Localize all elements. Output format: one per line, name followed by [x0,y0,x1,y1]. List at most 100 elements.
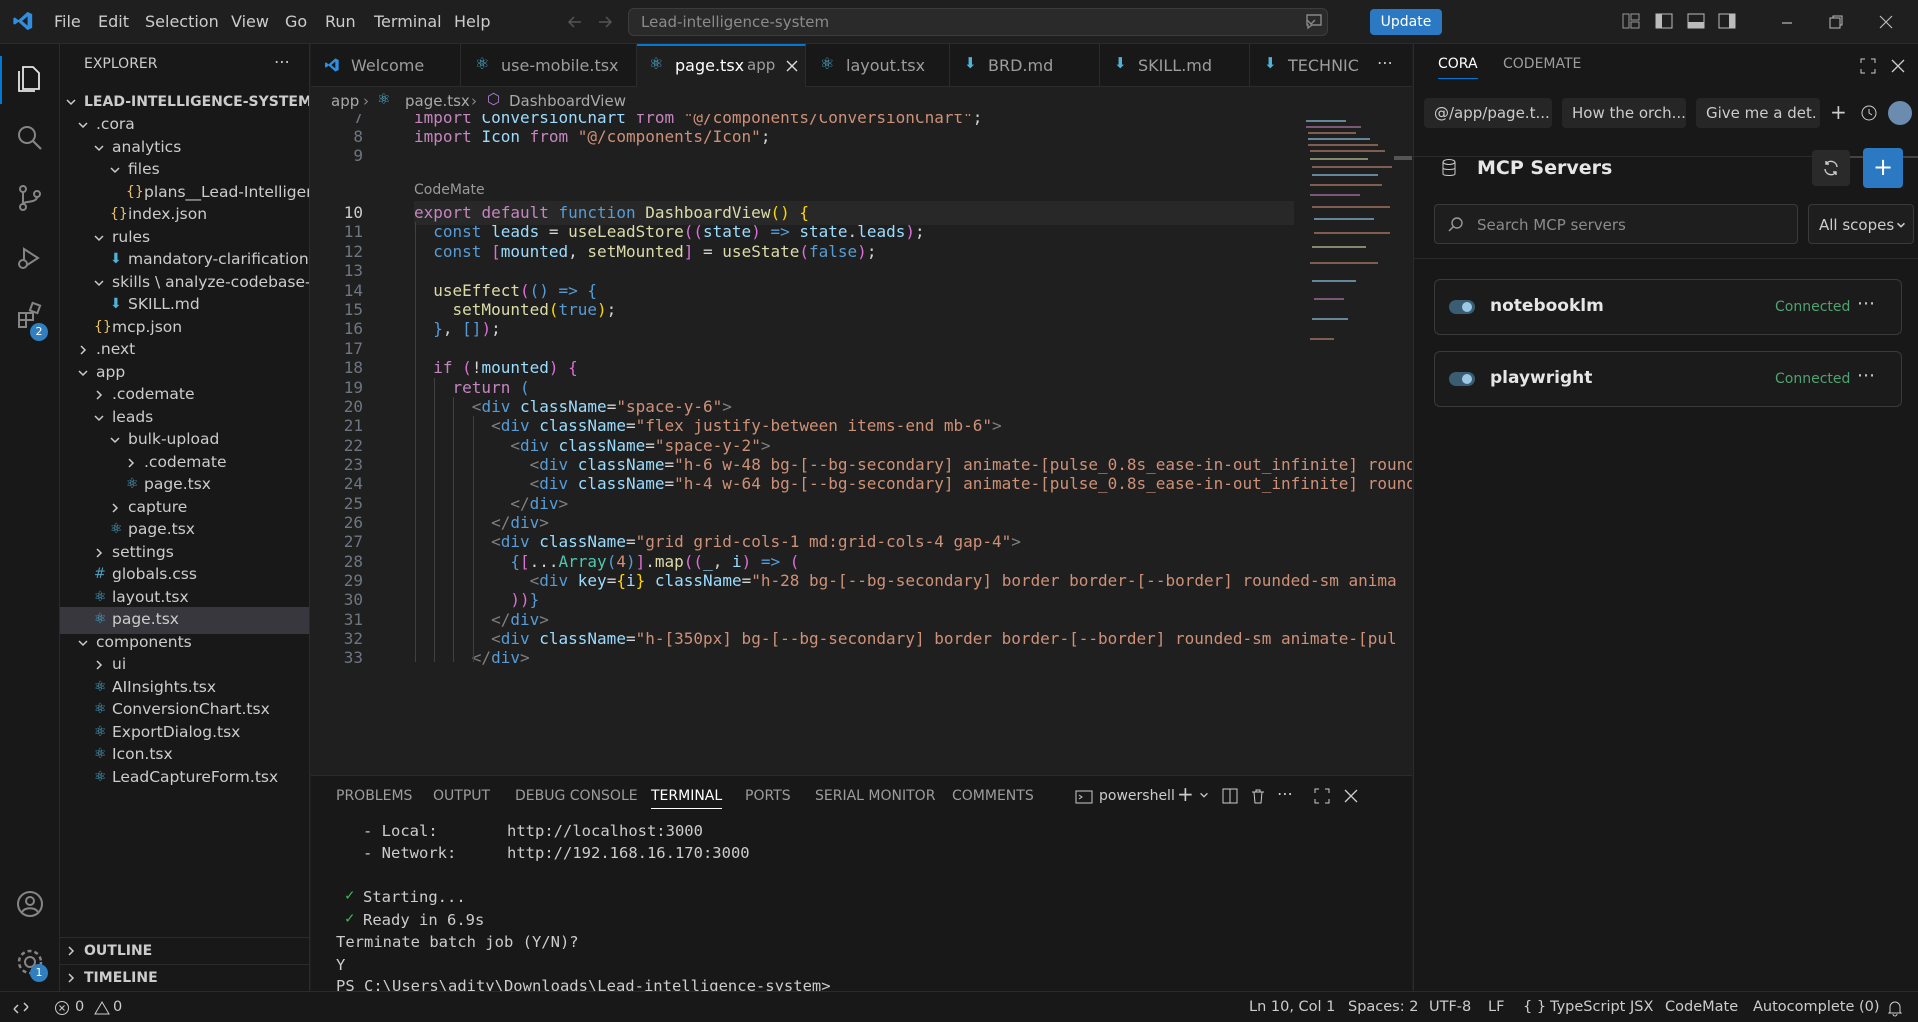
tree-item-label: app [96,362,126,381]
minimize-icon[interactable] [1780,16,1794,30]
add-server-button[interactable]: + [1863,148,1903,188]
breadcrumb-folder[interactable]: app [331,92,359,110]
panel-tab-terminal[interactable]: TERMINAL [651,788,723,809]
refresh-button[interactable] [1812,150,1850,186]
server-toggle[interactable] [1449,372,1475,386]
tab-page-tsx[interactable]: ⚛ page.tsx app [637,44,806,87]
mcp-server-card[interactable]: playwright Connected ⋯ [1434,351,1902,407]
maximize-icon[interactable] [1859,57,1877,75]
language-mode[interactable]: TypeScript JSX [1550,999,1653,1015]
command-center-search[interactable]: Lead-intelligence-system [628,8,1328,36]
chevron-down-icon [94,144,104,151]
scrollbar-thumb[interactable] [1394,156,1412,160]
menu-selection[interactable]: Selection [145,12,219,31]
tabs-more-icon[interactable]: ⋯ [1377,53,1393,72]
chat-icon[interactable] [1304,11,1324,31]
history-icon[interactable] [1860,104,1878,122]
panel-tab-problems[interactable]: PROBLEMS [336,788,412,804]
tree-file[interactable]: ⚛ LeadCaptureForm.tsx [60,765,309,792]
indentation[interactable]: Spaces: 2 [1348,999,1418,1015]
panel-tab-debug-console[interactable]: DEBUG CONSOLE [515,788,638,804]
cursor-position[interactable]: Ln 10, Col 1 [1249,999,1335,1015]
split-terminal-icon[interactable] [1221,787,1239,805]
remote-icon[interactable] [12,999,30,1017]
error-count[interactable]: 0 [75,999,84,1015]
server-menu-icon[interactable]: ⋯ [1857,365,1875,386]
menu-edit[interactable]: Edit [98,12,129,31]
close-panel-icon[interactable] [1890,58,1906,74]
tab-technic[interactable]: ⬇ TECHNIC [1250,44,1376,87]
close-panel-icon[interactable] [1343,788,1359,804]
chevron-down-icon[interactable] [1198,789,1210,801]
tab-layout-tsx[interactable]: ⚛ layout.tsx [806,44,950,87]
close-tab-icon[interactable] [785,59,799,73]
terminal-local-url[interactable]: http://localhost:3000 [507,822,703,840]
tab-brd-md[interactable]: ⬇ BRD.md [950,44,1100,87]
avatar[interactable] [1888,101,1912,125]
tree-item-label: page.tsx [128,520,195,538]
breadcrumb-file[interactable]: page.tsx [405,92,470,110]
explorer-icon[interactable] [14,62,46,94]
restore-icon[interactable] [1828,14,1844,30]
chat-history-chip[interactable]: Give me a det. [1696,98,1820,128]
vscode-logo-icon[interactable] [12,10,34,32]
account-icon[interactable] [14,888,46,920]
tab-use-mobile[interactable]: ⚛ use-mobile.tsx [461,44,637,87]
close-window-icon[interactable] [1878,14,1894,30]
panel-tab-output[interactable]: OUTPUT [433,788,490,804]
notifications-bell-icon[interactable] [1886,999,1904,1017]
forward-arrow-icon[interactable] [596,13,614,31]
timeline-section[interactable]: TIMELINE [60,964,309,991]
code-line: <div className="h-6 w-48 bg-[--bg-second… [529,455,1412,474]
menu-run[interactable]: Run [325,12,356,31]
warning-count[interactable]: 0 [113,999,122,1015]
more-actions-icon[interactable]: ⋯ [274,52,290,71]
chat-history-chip[interactable]: How the orch... [1562,98,1686,128]
menu-view[interactable]: View [231,12,269,31]
tab-skill-md[interactable]: ⬇ SKILL.md [1100,44,1250,87]
server-menu-icon[interactable]: ⋯ [1857,293,1875,314]
codemate-status[interactable]: CodeMate [1665,999,1738,1015]
breadcrumb-symbol[interactable]: DashboardView [509,92,626,110]
source-control-icon[interactable] [14,182,46,214]
update-button[interactable]: Update [1370,9,1442,35]
back-arrow-icon[interactable] [566,13,584,31]
trash-icon[interactable] [1249,787,1267,805]
menu-terminal[interactable]: Terminal [374,12,442,31]
run-debug-icon[interactable] [14,242,46,274]
warning-icon[interactable] [94,1000,110,1016]
mcp-search-input[interactable]: Search MCP servers [1434,204,1798,244]
menu-file[interactable]: File [54,12,81,31]
codelens-codemate[interactable]: CodeMate [414,182,485,198]
encoding[interactable]: UTF-8 [1429,999,1471,1015]
new-terminal-icon[interactable]: + [1177,782,1194,806]
terminal-shell-name[interactable]: powershell [1099,788,1175,804]
minimap[interactable] [1302,114,1392,354]
layout-customize-icon[interactable] [1622,12,1640,30]
panel-tab-serial-monitor[interactable]: SERIAL MONITOR [815,788,935,804]
chat-tab-cora[interactable]: CORA [1438,56,1478,79]
server-toggle[interactable] [1449,300,1475,314]
search-icon[interactable] [14,122,46,154]
autocomplete-status[interactable]: Autocomplete (0) [1753,999,1880,1015]
panel-tab-ports[interactable]: PORTS [745,788,791,804]
chat-tab-codemate[interactable]: CODEMATE [1503,56,1581,72]
new-chat-icon[interactable]: + [1830,100,1847,124]
outline-section[interactable]: OUTLINE [60,937,309,964]
toggle-secondary-sidebar-icon[interactable] [1718,12,1736,30]
code-editor[interactable]: 7 8 9 10 11 12 13 14 15 16 17 18 19 20 21 22 23 24 25 26 27 2… [311,114,1412,774]
mcp-server-card[interactable]: notebooklm Connected ⋯ [1434,279,1902,335]
chat-history-chip[interactable]: @/app/page.t... [1424,98,1552,128]
terminal-network-url[interactable]: http://192.168.16.170:3000 [507,844,750,862]
toggle-sidebar-icon[interactable] [1655,12,1673,30]
toggle-panel-icon[interactable] [1687,12,1705,30]
maximize-panel-icon[interactable] [1313,787,1331,805]
panel-tab-comments[interactable]: COMMENTS [952,788,1034,804]
panel-more-icon[interactable]: ⋯ [1277,784,1293,803]
menu-go[interactable]: Go [285,12,307,31]
menu-help[interactable]: Help [454,12,490,31]
line-ending[interactable]: LF [1488,999,1504,1015]
tab-welcome[interactable]: Welcome [311,44,461,87]
error-icon[interactable] [54,1000,70,1016]
scope-select[interactable]: All scopes [1808,204,1914,244]
